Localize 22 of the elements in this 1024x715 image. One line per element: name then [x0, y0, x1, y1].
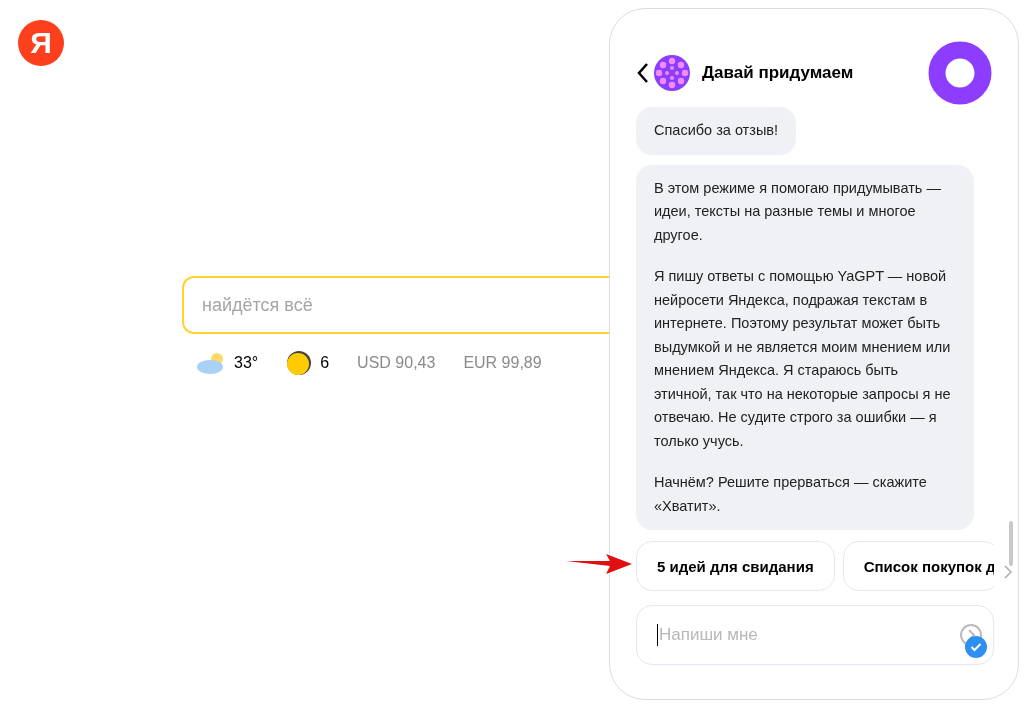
message-field[interactable]: Напиши мне: [636, 605, 994, 665]
cloud-sun-icon: [196, 351, 226, 375]
chevron-right-icon[interactable]: [1004, 565, 1012, 579]
message-text: Спасибо за отзыв!: [654, 121, 779, 140]
dotted-avatar-icon: [654, 55, 690, 91]
back-button[interactable]: [636, 62, 650, 84]
message-text: Я пишу ответы с помощью YaGPT — новой нейросети Яндекса, подражая текстам в интернете. Поэтому результат может быть выдумкой и не является моим мнением или мнением Яндекса. Я стараюсь быть этичной, так что на некоторые запросы я не отвечаю. Не судите строго за ошибки — я только учусь.: [654, 267, 952, 451]
check-badge-icon: [965, 636, 987, 658]
traffic-score: 6: [320, 354, 330, 372]
scrollbar[interactable]: [1009, 521, 1013, 566]
search-field[interactable]: найдётся всё: [182, 276, 609, 334]
exchange-rate[interactable]: USD 90,43: [357, 354, 436, 372]
temperature: 33°: [234, 354, 259, 372]
traffic-icon: [286, 350, 313, 376]
ring-logo-icon[interactable]: [928, 41, 992, 105]
suggestion-chip[interactable]: 5 идей для свидания: [636, 541, 835, 591]
message-text: В этом режиме я помогаю придумывать — идеи, тексты на разные темы и многое другое.: [654, 178, 942, 245]
send-icon[interactable]: [959, 623, 983, 647]
message-text: Начнём? Решите прерваться — скажите «Хватит».: [654, 473, 928, 516]
logo[interactable]: Я: [18, 20, 64, 66]
exchange-rate[interactable]: EUR 99,89: [463, 354, 542, 372]
chat-title: Давай придумаем: [702, 63, 855, 83]
